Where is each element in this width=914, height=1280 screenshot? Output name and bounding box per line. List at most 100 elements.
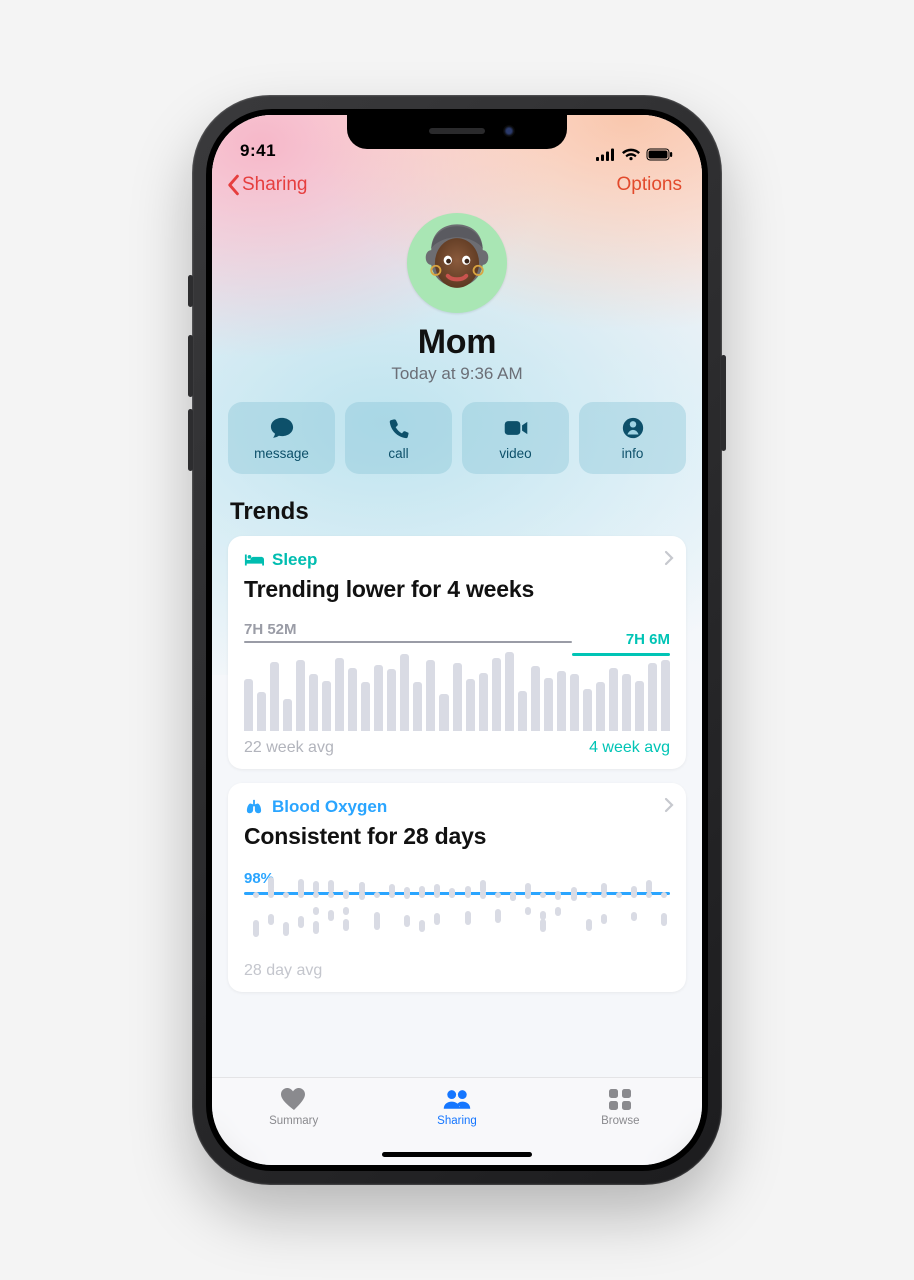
chart-bar bbox=[257, 692, 266, 731]
chart-dot bbox=[419, 920, 425, 933]
chart-dot bbox=[328, 892, 334, 898]
chart-bar bbox=[387, 669, 396, 731]
contact-subtitle: Today at 9:36 AM bbox=[391, 364, 522, 384]
chart-bar bbox=[479, 673, 488, 731]
chart-dot bbox=[646, 880, 652, 893]
contact-name: Mom bbox=[418, 323, 496, 362]
video-button[interactable]: video bbox=[462, 402, 569, 474]
chart-bar bbox=[426, 660, 435, 731]
navbar: Sharing Options bbox=[212, 163, 702, 207]
chart-dot bbox=[389, 884, 395, 895]
chart-dot bbox=[480, 890, 486, 899]
chart-bar bbox=[453, 663, 462, 731]
avatar[interactable] bbox=[407, 213, 507, 313]
tab-sharing-label: Sharing bbox=[437, 1115, 477, 1127]
chart-dot bbox=[465, 911, 471, 921]
chart-dot bbox=[298, 916, 304, 927]
chart-dot bbox=[661, 915, 667, 926]
options-button[interactable]: Options bbox=[617, 174, 688, 196]
power-button bbox=[721, 355, 726, 451]
chart-bar bbox=[648, 663, 657, 731]
chart-bar bbox=[544, 678, 553, 731]
lungs-icon bbox=[244, 799, 264, 815]
disclosure-icon bbox=[664, 797, 674, 818]
sleep-headline: Trending lower for 4 weeks bbox=[244, 576, 670, 603]
chart-dot bbox=[374, 917, 380, 929]
disclosure-icon bbox=[664, 550, 674, 571]
sleep-category-label: Sleep bbox=[272, 550, 317, 570]
sleep-old-avg-footer: 22 week avg bbox=[244, 739, 334, 757]
chart-dot bbox=[525, 883, 531, 895]
chart-bar bbox=[492, 658, 501, 731]
chart-dot bbox=[268, 914, 274, 925]
chart-bar bbox=[348, 668, 357, 731]
call-button[interactable]: call bbox=[345, 402, 452, 474]
chart-dot bbox=[540, 919, 546, 931]
chart-dot bbox=[571, 892, 577, 901]
volume-up-button bbox=[188, 335, 193, 397]
chart-dot bbox=[601, 883, 607, 895]
chart-dot bbox=[434, 913, 440, 923]
contact-header: Mom Today at 9:36 AM bbox=[212, 207, 702, 384]
status-time: 9:41 bbox=[240, 141, 276, 161]
sleep-category: Sleep bbox=[244, 550, 670, 570]
chart-dot bbox=[449, 888, 455, 898]
blood-oxygen-chart: 98% bbox=[244, 868, 670, 958]
chart-bar bbox=[466, 679, 475, 731]
chart-dot bbox=[374, 892, 380, 898]
chart-dot bbox=[343, 907, 349, 915]
chart-bar bbox=[635, 681, 644, 731]
chart-dot bbox=[404, 889, 410, 899]
info-button[interactable]: info bbox=[579, 402, 686, 474]
chart-dot bbox=[268, 877, 274, 891]
chart-bar bbox=[361, 682, 370, 731]
chart-bar bbox=[596, 682, 605, 731]
grid-icon bbox=[605, 1086, 635, 1112]
call-label: call bbox=[388, 446, 408, 461]
chart-dot bbox=[404, 915, 410, 926]
chart-dot bbox=[631, 886, 637, 897]
chart-bar bbox=[335, 658, 344, 731]
info-label: info bbox=[622, 446, 644, 461]
chart-dot bbox=[343, 919, 349, 931]
chart-dot bbox=[601, 914, 607, 925]
back-label: Sharing bbox=[242, 174, 308, 196]
video-label: video bbox=[499, 446, 531, 461]
chart-bar bbox=[322, 681, 331, 731]
chart-dot bbox=[298, 879, 304, 892]
chart-dot bbox=[540, 892, 546, 898]
chart-dot bbox=[465, 886, 471, 897]
chart-bar bbox=[400, 654, 409, 731]
chart-dot bbox=[343, 890, 349, 899]
message-label: message bbox=[254, 446, 309, 461]
tab-summary[interactable]: Summary bbox=[212, 1086, 375, 1165]
blood-oxygen-card[interactable]: Blood Oxygen Consistent for 28 days 98% … bbox=[228, 783, 686, 992]
action-row: message call video info bbox=[212, 384, 702, 494]
chart-bar bbox=[570, 674, 579, 731]
back-button[interactable]: Sharing bbox=[226, 174, 308, 196]
message-button[interactable]: message bbox=[228, 402, 335, 474]
info-icon bbox=[620, 416, 646, 440]
blood-oxygen-footer: 28 day avg bbox=[244, 962, 670, 980]
chart-dot bbox=[646, 892, 652, 898]
blood-oxygen-headline: Consistent for 28 days bbox=[244, 823, 670, 850]
chart-bar bbox=[374, 665, 383, 731]
phone-chassis: 9:41 bbox=[192, 95, 722, 1185]
chart-dot bbox=[495, 909, 501, 918]
sleep-card[interactable]: Sleep Trending lower for 4 weeks 7H 52M … bbox=[228, 536, 686, 769]
chart-bar bbox=[439, 694, 448, 731]
chart-bar bbox=[244, 679, 253, 731]
chart-dot bbox=[313, 921, 319, 934]
chart-dot bbox=[328, 880, 334, 893]
chart-dot bbox=[555, 907, 561, 915]
chart-dot bbox=[359, 882, 365, 894]
content-scroll[interactable]: Trends Sleep Trending lower for 4 weeks … bbox=[212, 494, 702, 1077]
tab-browse[interactable]: Browse bbox=[539, 1086, 702, 1165]
chart-dot bbox=[253, 892, 259, 898]
chart-dot bbox=[328, 910, 334, 919]
home-indicator[interactable] bbox=[382, 1152, 532, 1157]
cellular-icon bbox=[596, 148, 616, 161]
chart-dot bbox=[616, 892, 622, 898]
chevron-left-icon bbox=[226, 174, 240, 196]
chart-bar bbox=[661, 660, 670, 731]
